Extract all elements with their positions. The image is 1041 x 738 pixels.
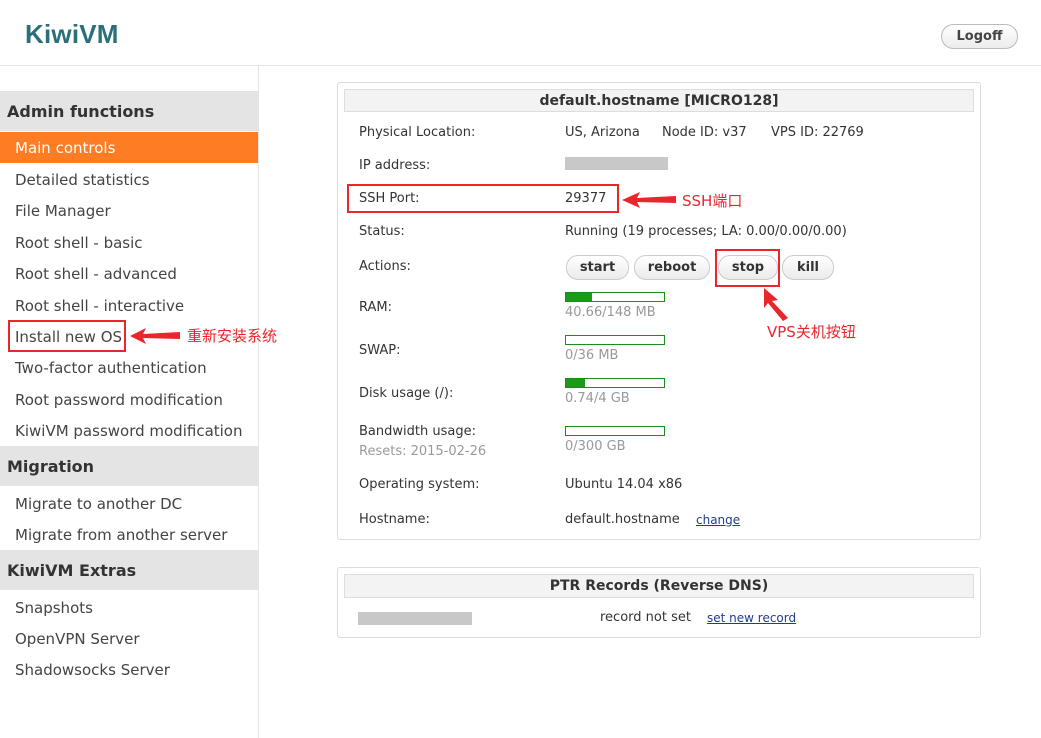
ptr-record-status: record not set xyxy=(600,610,691,625)
swap-label: SWAP: xyxy=(359,343,401,358)
sidebar-item-shadowsocks[interactable]: Shadowsocks Server xyxy=(0,654,258,685)
sidebar-item-kiwivm-password[interactable]: KiwiVM password modification xyxy=(0,415,258,446)
bandwidth-usage: 0/300 GB xyxy=(565,439,626,454)
ram-label: RAM: xyxy=(359,300,392,315)
bandwidth-label: Bandwidth usage: xyxy=(359,424,476,439)
swap-bar xyxy=(565,335,665,345)
sidebar-item-file-manager[interactable]: File Manager xyxy=(0,195,258,226)
ip-address-redacted xyxy=(565,157,668,170)
sidebar-item-openvpn[interactable]: OpenVPN Server xyxy=(0,623,258,654)
disk-bar-fill xyxy=(566,379,585,387)
ram-usage: 40.66/148 MB xyxy=(565,305,656,320)
bandwidth-bar xyxy=(565,426,665,436)
section-admin-functions: Admin functions xyxy=(0,91,258,131)
vps-id: VPS ID: 22769 xyxy=(771,125,864,140)
set-new-record-link[interactable]: set new record xyxy=(707,611,796,625)
sidebar-item-detailed-statistics[interactable]: Detailed statistics xyxy=(0,164,258,195)
ssh-port-highlight xyxy=(347,184,619,213)
physical-location-value: US, Arizona xyxy=(565,125,640,140)
os-value: Ubuntu 14.04 x86 xyxy=(565,477,683,492)
install-os-highlight xyxy=(8,320,126,352)
stop-button-highlight xyxy=(715,249,780,287)
ptr-panel-title: PTR Records (Reverse DNS) xyxy=(344,574,974,598)
sidebar-item-root-shell-interactive[interactable]: Root shell - interactive xyxy=(0,290,258,321)
install-os-arrow-icon xyxy=(130,328,180,344)
ptr-ip-redacted xyxy=(358,612,472,625)
kill-button[interactable]: kill xyxy=(782,255,834,280)
node-id: Node ID: v37 xyxy=(662,125,747,140)
sidebar-item-migrate-to-dc[interactable]: Migrate to another DC xyxy=(0,488,258,519)
logoff-button[interactable]: Logoff xyxy=(941,24,1018,49)
section-migration: Migration xyxy=(0,446,258,486)
sidebar-item-migrate-from-server[interactable]: Migrate from another server xyxy=(0,519,258,550)
install-os-note: 重新安装系统 xyxy=(187,327,278,345)
kiwivm-logo[interactable]: KiwiVM xyxy=(25,19,119,50)
ip-address-label: IP address: xyxy=(359,158,431,173)
ssh-port-note: SSH端口 xyxy=(682,192,743,210)
status-value: Running (19 processes; LA: 0.00/0.00/0.0… xyxy=(565,224,847,239)
reboot-button[interactable]: reboot xyxy=(634,255,710,280)
stop-button-note: VPS关机按钮 xyxy=(767,323,856,341)
hostname-label: Hostname: xyxy=(359,512,430,527)
physical-location-label: Physical Location: xyxy=(359,125,476,140)
sidebar: Admin functions Main controls Detailed s… xyxy=(0,66,259,738)
status-label: Status: xyxy=(359,224,405,239)
sidebar-item-two-factor-auth[interactable]: Two-factor authentication xyxy=(0,352,258,383)
hostname-change-link[interactable]: change xyxy=(696,513,740,527)
header: KiwiVM Logoff xyxy=(0,0,1041,66)
ptr-panel: PTR Records (Reverse DNS) record not set… xyxy=(337,567,981,638)
ssh-arrow-icon xyxy=(622,192,676,208)
disk-label: Disk usage (/): xyxy=(359,386,454,401)
sidebar-item-root-password[interactable]: Root password modification xyxy=(0,384,258,415)
actions-label: Actions: xyxy=(359,259,411,274)
sidebar-item-root-shell-advanced[interactable]: Root shell - advanced xyxy=(0,258,258,289)
panel-title: default.hostname [MICRO128] xyxy=(344,89,974,112)
section-kiwivm-extras: KiwiVM Extras xyxy=(0,550,258,590)
os-label: Operating system: xyxy=(359,477,480,492)
ram-bar-fill xyxy=(566,293,593,301)
disk-bar xyxy=(565,378,665,388)
sidebar-item-snapshots[interactable]: Snapshots xyxy=(0,592,258,623)
bandwidth-resets: Resets: 2015-02-26 xyxy=(359,444,487,459)
start-button[interactable]: start xyxy=(566,255,629,280)
stop-arrow-icon xyxy=(764,288,788,321)
swap-usage: 0/36 MB xyxy=(565,348,619,363)
sidebar-item-root-shell-basic[interactable]: Root shell - basic xyxy=(0,227,258,258)
sidebar-item-main-controls[interactable]: Main controls xyxy=(0,132,258,163)
vps-info-panel: default.hostname [MICRO128] Physical Loc… xyxy=(337,82,981,540)
ram-bar xyxy=(565,292,665,302)
hostname-value: default.hostname xyxy=(565,512,680,527)
disk-usage: 0.74/4 GB xyxy=(565,391,630,406)
